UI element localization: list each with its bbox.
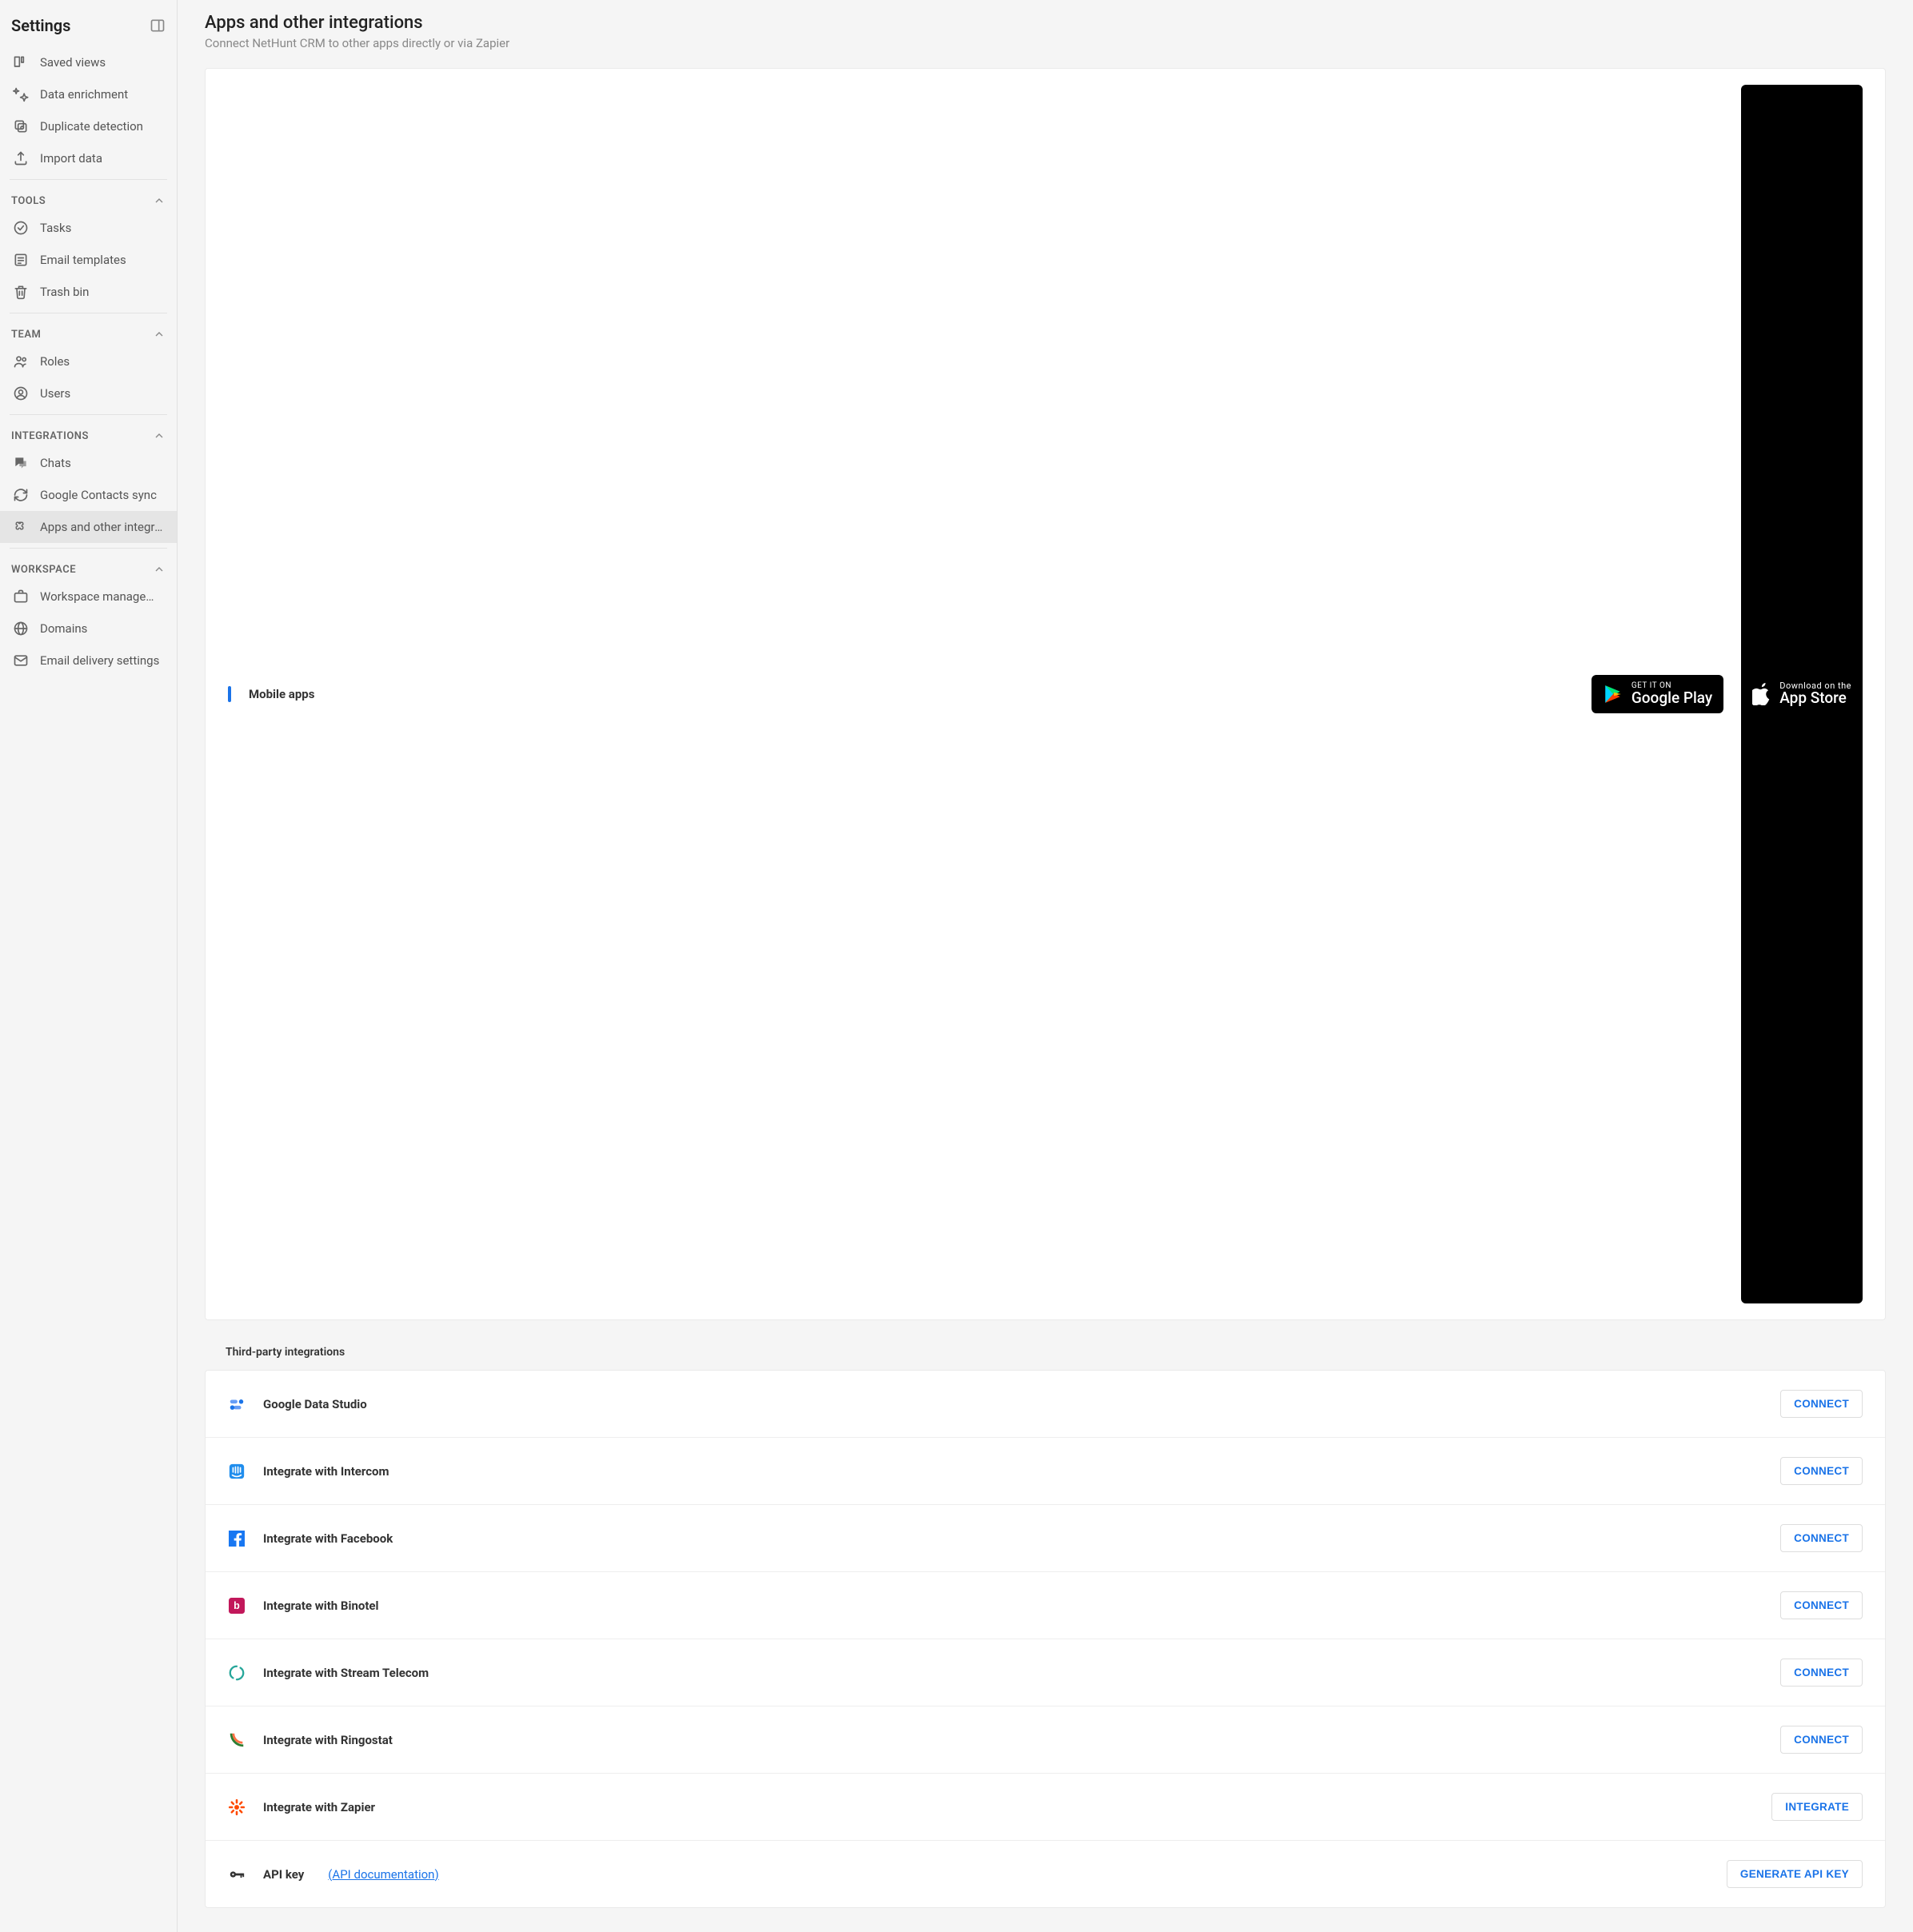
main-content: Apps and other integrations Connect NetH…	[178, 0, 1913, 1932]
dup-icon	[13, 118, 29, 134]
svg-text:b: b	[234, 1600, 240, 1611]
sidebar-item-import-data[interactable]: Import data	[0, 142, 177, 174]
apikey-icon	[228, 1866, 246, 1883]
sidebar-section-workspace[interactable]: WORKSPACE	[0, 553, 177, 581]
binotel-button[interactable]: CONNECT	[1780, 1591, 1863, 1619]
page-subtitle: Connect NetHunt CRM to other apps direct…	[205, 36, 1886, 50]
sidebar-item-label: Trash bin	[40, 285, 89, 299]
ringostat-button[interactable]: CONNECT	[1780, 1726, 1863, 1754]
sidebar-item-google-contacts-sync[interactable]: Google Contacts sync	[0, 479, 177, 511]
sidebar-section-team[interactable]: TEAM	[0, 318, 177, 345]
third-party-label: Third-party integrations	[226, 1346, 1886, 1359]
integration-row-apikey: API key (API documentation) GENERATE API…	[206, 1840, 1885, 1907]
sidebar-section-integrations[interactable]: INTEGRATIONS	[0, 420, 177, 447]
check-icon	[13, 220, 29, 236]
integration-name: Integrate with Binotel	[263, 1599, 378, 1613]
mobile-apps-label: Mobile apps	[249, 687, 1574, 701]
app-store-big: App Store	[1779, 690, 1851, 707]
integration-row-gds: Google Data Studio CONNECT	[206, 1371, 1885, 1437]
sidebar-item-label: Workspace manageme…	[40, 589, 164, 604]
sidebar-item-duplicate-detection[interactable]: Duplicate detection	[0, 110, 177, 142]
sidebar-item-label: Roles	[40, 354, 70, 369]
mailcog-icon	[13, 653, 29, 669]
puzzle-icon	[13, 519, 29, 535]
intercom-icon	[228, 1463, 246, 1480]
sidebar-item-users[interactable]: Users	[0, 377, 177, 409]
binotel-icon: b	[228, 1597, 246, 1615]
google-play-badge[interactable]: GET IT ON Google Play	[1592, 675, 1723, 713]
sidebar-item-label: Email templates	[40, 253, 126, 267]
templates-icon	[13, 252, 29, 268]
page-title: Apps and other integrations	[205, 13, 1886, 33]
sidebar-section-tools[interactable]: TOOLS	[0, 185, 177, 212]
sidebar-item-trash-bin[interactable]: Trash bin	[0, 276, 177, 308]
integration-name: Integrate with Facebook	[263, 1531, 393, 1546]
sidebar-item-workspace-management[interactable]: Workspace manageme…	[0, 581, 177, 613]
trash-icon	[13, 284, 29, 300]
sidebar-item-label: Data enrichment	[40, 87, 128, 102]
sidebar-item-label: Email delivery settings	[40, 653, 159, 668]
integration-row-facebook: Integrate with Facebook CONNECT	[206, 1504, 1885, 1571]
sparkle-icon	[13, 86, 29, 102]
sidebar-item-chats[interactable]: Chats	[0, 447, 177, 479]
panel-toggle-icon[interactable]	[150, 18, 166, 34]
sidebar-item-roles[interactable]: Roles	[0, 345, 177, 377]
sidebar-item-label: Chats	[40, 456, 71, 470]
integration-name: Integrate with Ringostat	[263, 1733, 393, 1747]
integration-row-intercom: Integrate with Intercom CONNECT	[206, 1437, 1885, 1504]
streamtelecom-icon	[228, 1664, 246, 1682]
sidebar-item-domains[interactable]: Domains	[0, 613, 177, 645]
zapier-button[interactable]: INTEGRATE	[1771, 1793, 1863, 1821]
apikey-button[interactable]: GENERATE API KEY	[1727, 1860, 1863, 1888]
integration-name: Integrate with Intercom	[263, 1464, 389, 1479]
sidebar: Settings Saved views Data enrichment Dupli…	[0, 0, 178, 1932]
api-doc-link[interactable]: (API documentation)	[328, 1867, 438, 1882]
chat-icon	[13, 455, 29, 471]
gds-button[interactable]: CONNECT	[1780, 1390, 1863, 1418]
sidebar-item-data-enrichment[interactable]: Data enrichment	[0, 78, 177, 110]
zapier-icon	[228, 1798, 246, 1816]
sidebar-item-saved-views[interactable]: Saved views	[0, 46, 177, 78]
integration-row-zapier: Integrate with Zapier INTEGRATE	[206, 1773, 1885, 1840]
google-play-big: Google Play	[1631, 690, 1712, 707]
sidebar-item-label: Duplicate detection	[40, 119, 143, 134]
integration-row-ringostat: Integrate with Ringostat CONNECT	[206, 1706, 1885, 1773]
upload-icon	[13, 150, 29, 166]
integration-row-binotel: b Integrate with Binotel CONNECT	[206, 1571, 1885, 1639]
mobile-apps-card: Mobile apps GET IT ON Google Play	[205, 68, 1886, 1320]
facebook-icon	[228, 1530, 246, 1547]
sync-icon	[13, 487, 29, 503]
gds-icon	[228, 1395, 246, 1413]
sidebar-item-label: Google Contacts sync	[40, 488, 157, 502]
integration-name: Integrate with Zapier	[263, 1800, 375, 1814]
user-icon	[13, 385, 29, 401]
roles-icon	[13, 353, 29, 369]
sidebar-item-label: Import data	[40, 151, 102, 166]
globe-icon	[13, 621, 29, 637]
app-store-badge[interactable]: Download on the App Store	[1741, 85, 1863, 1303]
phone-icon	[228, 688, 231, 701]
sidebar-item-label: Domains	[40, 621, 87, 636]
sidebar-item-email-templates[interactable]: Email templates	[0, 244, 177, 276]
sidebar-item-label: Apps and other integra…	[40, 520, 164, 534]
streamtelecom-button[interactable]: CONNECT	[1780, 1659, 1863, 1687]
board-icon	[13, 54, 29, 70]
integration-row-streamtelecom: Integrate with Stream Telecom CONNECT	[206, 1639, 1885, 1706]
integration-name: Integrate with Stream Telecom	[263, 1666, 429, 1680]
sidebar-item-label: Tasks	[40, 221, 71, 235]
ringostat-icon	[228, 1731, 246, 1749]
sidebar-title: Settings	[11, 16, 70, 35]
briefcase-icon	[13, 589, 29, 605]
sidebar-item-label: Saved views	[40, 55, 106, 70]
sidebar-item-tasks[interactable]: Tasks	[0, 212, 177, 244]
integrations-list: Google Data Studio CONNECT Integrate wit…	[205, 1370, 1886, 1908]
intercom-button[interactable]: CONNECT	[1780, 1457, 1863, 1485]
integration-name: API key	[263, 1867, 304, 1882]
sidebar-item-email-delivery[interactable]: Email delivery settings	[0, 645, 177, 677]
integration-name: Google Data Studio	[263, 1397, 367, 1411]
sidebar-item-label: Users	[40, 386, 70, 401]
sidebar-item-apps-integrations[interactable]: Apps and other integra…	[0, 511, 177, 543]
facebook-button[interactable]: CONNECT	[1780, 1524, 1863, 1552]
